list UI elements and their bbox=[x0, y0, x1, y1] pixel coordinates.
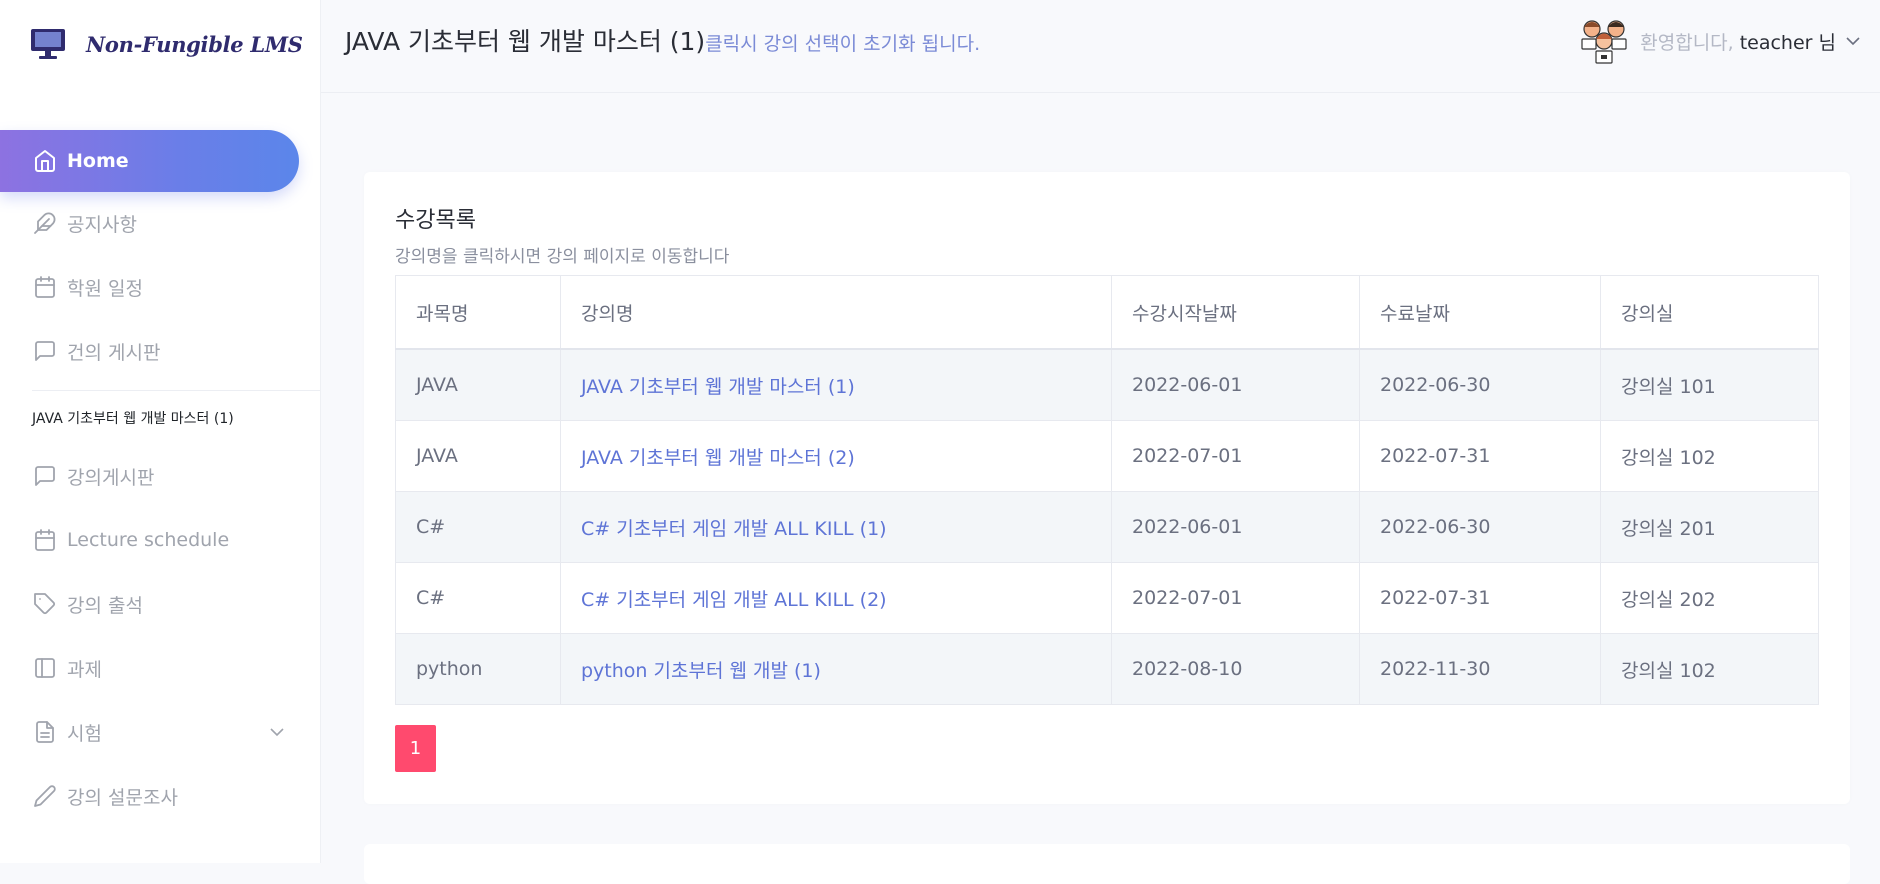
chevron-down-icon[interactable] bbox=[270, 727, 284, 737]
column-header-subject: 과목명 bbox=[395, 275, 561, 350]
sidebar-item-home[interactable]: Home bbox=[0, 130, 299, 192]
page-button-1[interactable]: 1 bbox=[395, 725, 436, 772]
tag-icon bbox=[33, 592, 57, 616]
sidebar-item-label: 강의게시판 bbox=[67, 466, 155, 489]
sidebar-item-label: 학원 일정 bbox=[67, 277, 143, 300]
monitor-icon bbox=[31, 29, 65, 59]
course-title: JAVA 기초부터 웹 개발 마스터 (1) bbox=[345, 27, 706, 56]
sidebar: Non-Fungible LMS Home 공지사항 학원 일정 건의 게시판 bbox=[0, 0, 321, 863]
sidebar-item-lecture-board[interactable]: 강의게시판 bbox=[0, 451, 320, 501]
avatar bbox=[1581, 20, 1627, 64]
sidebar-item-notice[interactable]: 공지사항 bbox=[0, 198, 320, 248]
secondary-card bbox=[364, 844, 1850, 884]
sidebar-item-label: 강의 출석 bbox=[67, 594, 143, 617]
username: teacher 님 bbox=[1739, 31, 1836, 54]
sidebar-item-label: 과제 bbox=[67, 658, 102, 681]
cell-start-date: 2022-07-01 bbox=[1111, 420, 1360, 492]
sidebar-item-attendance[interactable]: 강의 출석 bbox=[0, 579, 320, 629]
table-row: C# C# 기초부터 게임 개발 ALL KILL (1) 2022-06-01… bbox=[395, 491, 1819, 563]
logo-text: Non-Fungible LMS bbox=[86, 31, 303, 57]
cell-start-date: 2022-08-10 bbox=[1111, 633, 1360, 705]
cell-end-date: 2022-06-30 bbox=[1359, 491, 1601, 563]
calendar-icon bbox=[33, 528, 57, 552]
course-reset-hint: 클릭시 강의 선택이 초기화 됩니다. bbox=[705, 33, 981, 55]
logo[interactable]: Non-Fungible LMS bbox=[30, 26, 303, 62]
column-header-end-date: 수료날짜 bbox=[1359, 275, 1601, 350]
top-header: JAVA 기초부터 웹 개발 마스터 (1)클릭시 강의 선택이 초기화 됩니다… bbox=[321, 0, 1880, 93]
sidebar-item-lecture-schedule[interactable]: Lecture schedule bbox=[0, 515, 320, 565]
cell-subject: C# bbox=[395, 491, 561, 563]
cell-room: 강의실 102 bbox=[1600, 420, 1819, 492]
cell-lecture-link[interactable]: python 기초부터 웹 개발 (1) bbox=[560, 633, 1112, 705]
table-header-row: 과목명 강의명 수강시작날짜 수료날짜 강의실 bbox=[395, 275, 1819, 350]
table-row: C# C# 기초부터 게임 개발 ALL KILL (2) 2022-07-01… bbox=[395, 562, 1819, 634]
cell-subject: JAVA bbox=[395, 420, 561, 492]
file-icon bbox=[33, 720, 57, 744]
cell-room: 강의실 202 bbox=[1600, 562, 1819, 634]
table-row: JAVA JAVA 기초부터 웹 개발 마스터 (1) 2022-06-01 2… bbox=[395, 348, 1819, 421]
cell-lecture-link[interactable]: JAVA 기초부터 웹 개발 마스터 (1) bbox=[560, 348, 1112, 421]
sidebar-item-label: Lecture schedule bbox=[67, 529, 230, 551]
sidebar-item-label: 시험 bbox=[67, 722, 102, 745]
message-icon bbox=[33, 339, 57, 363]
cell-room: 강의실 201 bbox=[1600, 491, 1819, 563]
cell-subject: JAVA bbox=[395, 348, 561, 421]
chevron-down-icon[interactable] bbox=[1846, 36, 1860, 46]
sidebar-item-exam[interactable]: 시험 bbox=[0, 707, 320, 757]
card-subtitle: 강의명을 클릭하시면 강의 페이지로 이동합니다 bbox=[395, 247, 730, 267]
cell-lecture-link[interactable]: C# 기초부터 게임 개발 ALL KILL (2) bbox=[560, 562, 1112, 634]
column-header-room: 강의실 bbox=[1600, 275, 1819, 350]
sidebar-item-survey[interactable]: 강의 설문조사 bbox=[0, 771, 320, 821]
sidebar-icon bbox=[33, 656, 57, 680]
message-icon bbox=[33, 464, 57, 488]
cell-start-date: 2022-06-01 bbox=[1111, 348, 1360, 421]
cell-room: 강의실 101 bbox=[1600, 348, 1819, 421]
sidebar-item-assignment[interactable]: 과제 bbox=[0, 643, 320, 693]
card-title: 수강목록 bbox=[395, 208, 476, 233]
sidebar-item-academy-schedule[interactable]: 학원 일정 bbox=[0, 262, 320, 312]
table-row: JAVA JAVA 기초부터 웹 개발 마스터 (2) 2022-07-01 2… bbox=[395, 420, 1819, 492]
sidebar-item-label: Home bbox=[67, 150, 129, 172]
cell-end-date: 2022-11-30 bbox=[1359, 633, 1601, 705]
cell-subject: python bbox=[395, 633, 561, 705]
cell-subject: C# bbox=[395, 562, 561, 634]
enrollment-card: 수강목록 강의명을 클릭하시면 강의 페이지로 이동합니다 과목명 강의명 수강… bbox=[364, 172, 1850, 804]
column-header-start-date: 수강시작날짜 bbox=[1111, 275, 1360, 350]
cell-end-date: 2022-06-30 bbox=[1359, 348, 1601, 421]
course-title-link[interactable]: JAVA 기초부터 웹 개발 마스터 (1)클릭시 강의 선택이 초기화 됩니다… bbox=[345, 22, 980, 58]
sidebar-item-label: 강의 설문조사 bbox=[67, 786, 178, 809]
cell-lecture-link[interactable]: JAVA 기초부터 웹 개발 마스터 (2) bbox=[560, 420, 1112, 492]
cell-start-date: 2022-07-01 bbox=[1111, 562, 1360, 634]
column-header-lecture: 강의명 bbox=[560, 275, 1112, 350]
calendar-icon bbox=[33, 275, 57, 299]
cell-end-date: 2022-07-31 bbox=[1359, 420, 1601, 492]
sidebar-item-label: 건의 게시판 bbox=[67, 341, 161, 364]
sidebar-section-title: JAVA 기초부터 웹 개발 마스터 (1) bbox=[32, 411, 234, 427]
sidebar-item-suggestion-board[interactable]: 건의 게시판 bbox=[0, 326, 320, 376]
sidebar-nav: Home 공지사항 학원 일정 건의 게시판 JAVA 기초부터 웹 개발 마스… bbox=[0, 130, 320, 835]
welcome-text: 환영합니다, bbox=[1640, 31, 1734, 54]
sidebar-item-label: 공지사항 bbox=[67, 213, 137, 236]
pen-icon bbox=[33, 784, 57, 808]
feather-icon bbox=[33, 211, 57, 235]
cell-lecture-link[interactable]: C# 기초부터 게임 개발 ALL KILL (1) bbox=[560, 491, 1112, 563]
cell-start-date: 2022-06-01 bbox=[1111, 491, 1360, 563]
cell-room: 강의실 102 bbox=[1600, 633, 1819, 705]
cell-end-date: 2022-07-31 bbox=[1359, 562, 1601, 634]
enrollment-table: 과목명 강의명 수강시작날짜 수료날짜 강의실 JAVA JAVA 기초부터 웹… bbox=[395, 275, 1819, 705]
user-menu[interactable]: 환영합니다, teacher 님 bbox=[1578, 18, 1860, 64]
table-row: python python 기초부터 웹 개발 (1) 2022-08-10 2… bbox=[395, 633, 1819, 705]
home-icon bbox=[33, 149, 57, 173]
